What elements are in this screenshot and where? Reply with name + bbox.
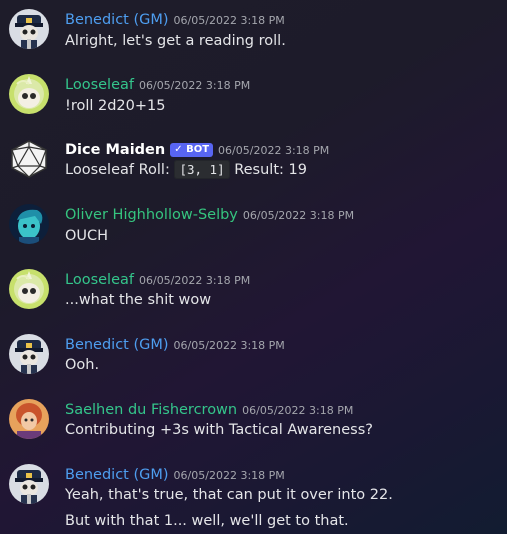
timestamp: 06/05/2022 3:18 PM xyxy=(173,339,285,352)
checkmark-icon: ✓ xyxy=(174,144,183,155)
roll-dice-code: [3, 1] xyxy=(174,160,230,179)
author-name[interactable]: Looseleaf xyxy=(65,272,134,288)
message-text: Ooh. xyxy=(65,357,100,373)
timestamp: 06/05/2022 3:18 PM xyxy=(173,469,285,482)
author-name[interactable]: Benedict (GM) xyxy=(65,12,169,28)
author-name[interactable]: Looseleaf xyxy=(65,77,134,93)
message-text: Contributing +3s with Tactical Awareness… xyxy=(65,422,373,438)
message-text: But with that 1... well, we'll get to th… xyxy=(65,513,349,529)
message-text: Yeah, that's true, that can put it over … xyxy=(65,487,393,503)
author-name[interactable]: Dice Maiden xyxy=(65,142,165,158)
author-name[interactable]: Saelhen du Fishercrown xyxy=(65,402,237,418)
timestamp: 06/05/2022 3:18 PM xyxy=(173,14,285,27)
message-text: Alright, let's get a reading roll. xyxy=(65,33,286,49)
roll-result: Result: 19 xyxy=(229,162,307,178)
looseleaf-avatar[interactable] xyxy=(9,269,49,309)
timestamp: 06/05/2022 3:18 PM xyxy=(138,79,251,92)
oliver-avatar[interactable] xyxy=(9,204,49,244)
author-name[interactable]: Benedict (GM) xyxy=(65,467,169,483)
timestamp: 06/05/2022 3:18 PM xyxy=(138,274,251,287)
roll-label: Looseleaf Roll: xyxy=(65,162,175,178)
benedict-avatar[interactable] xyxy=(9,464,49,504)
bot-badge: ✓ BOT xyxy=(170,143,214,157)
message-text: Looseleaf Roll: [3, 1] Result: 19 xyxy=(65,160,307,179)
author-name[interactable]: Benedict (GM) xyxy=(65,337,169,353)
timestamp: 06/05/2022 3:18 PM xyxy=(242,209,355,222)
saelhen-avatar[interactable] xyxy=(9,399,49,439)
timestamp: 06/05/2022 3:18 PM xyxy=(218,144,330,157)
message-text: !roll 2d20+15 xyxy=(65,98,166,114)
benedict-avatar[interactable] xyxy=(9,9,49,49)
looseleaf-avatar[interactable] xyxy=(9,74,49,114)
message-text: OUCH xyxy=(65,228,109,244)
benedict-avatar[interactable] xyxy=(9,334,49,374)
dice-avatar[interactable] xyxy=(9,139,49,179)
message-text: ...what the shit wow xyxy=(65,292,212,308)
timestamp: 06/05/2022 3:18 PM xyxy=(242,404,354,417)
author-name[interactable]: Oliver Highhollow-Selby xyxy=(65,207,238,223)
